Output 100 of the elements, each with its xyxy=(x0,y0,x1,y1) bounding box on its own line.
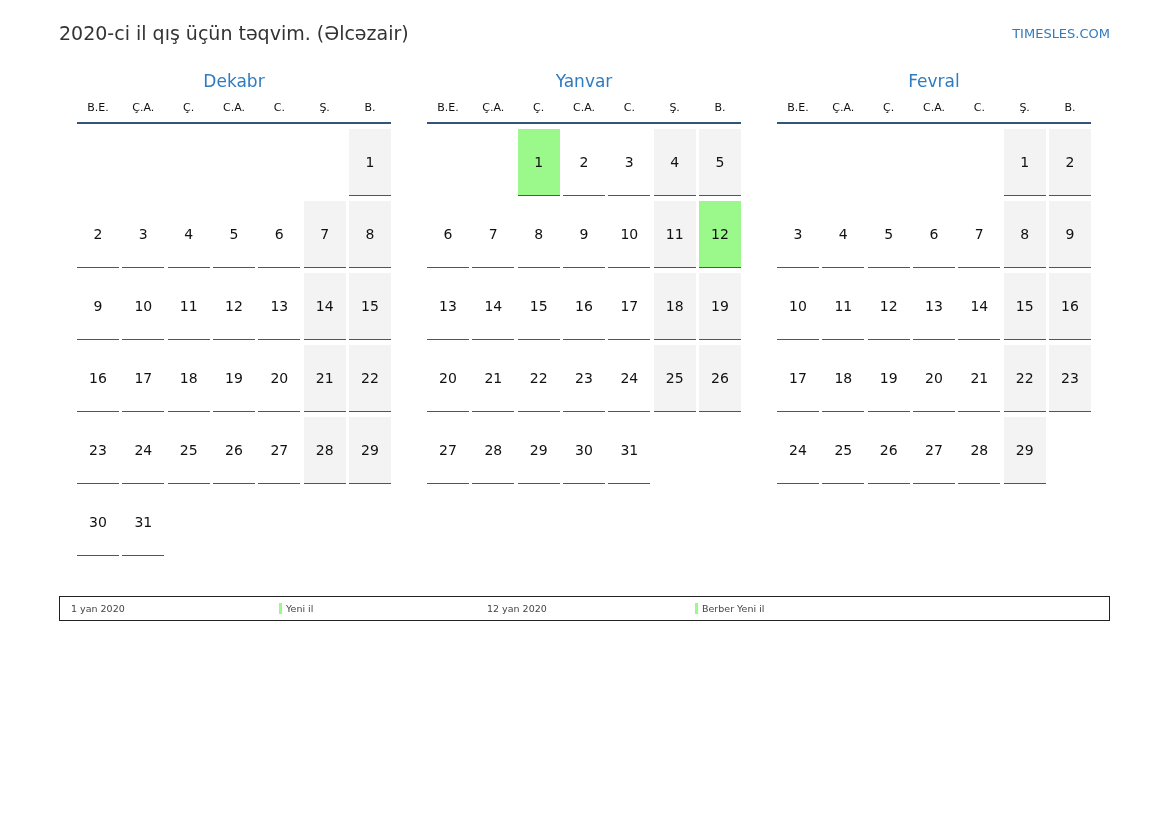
weekday-label: C. xyxy=(972,101,986,114)
day-cell: 25 xyxy=(167,417,210,484)
day-cell: 25 xyxy=(653,345,696,412)
day-cell: 3 xyxy=(608,129,651,196)
day-cell: 30 xyxy=(77,489,119,556)
weekday-label: B.E. xyxy=(86,101,110,114)
weekday-label: Ş. xyxy=(668,101,681,114)
day-cell: 21 xyxy=(303,345,346,412)
day-cell: 30 xyxy=(563,417,605,484)
day-cell: 1 xyxy=(1003,129,1046,196)
day-cell: 13 xyxy=(258,273,301,340)
weekday-label: C. xyxy=(272,101,286,114)
day-cell: 13 xyxy=(427,273,469,340)
day-cell: 9 xyxy=(77,273,119,340)
day-cell: 27 xyxy=(427,417,469,484)
day-cell: 8 xyxy=(517,201,560,268)
day-cell: 14 xyxy=(303,273,346,340)
day-cell: 31 xyxy=(122,489,165,556)
day-cell: 4 xyxy=(653,129,696,196)
day-cell: 3 xyxy=(777,201,819,268)
weekday-label: Ş. xyxy=(318,101,331,114)
day-cell: 16 xyxy=(1048,273,1091,340)
day-cell: 12 xyxy=(698,201,741,268)
day-cell: 4 xyxy=(822,201,865,268)
day-cell: 13 xyxy=(913,273,955,340)
day-cell: 2 xyxy=(563,129,605,196)
day-cell: 28 xyxy=(303,417,346,484)
day-cell: 17 xyxy=(122,345,165,412)
day-cell: 16 xyxy=(77,345,119,412)
day-cell: 8 xyxy=(1003,201,1046,268)
day-cell: 10 xyxy=(608,201,651,268)
day-cell: 26 xyxy=(698,345,741,412)
day-cell: 4 xyxy=(167,201,210,268)
day-cell: 24 xyxy=(122,417,165,484)
page-title: 2020-ci il qış üçün təqvim. (Əlcəzair) xyxy=(59,22,409,44)
day-cell: 6 xyxy=(913,201,955,268)
day-cell: 11 xyxy=(822,273,865,340)
day-cell: 5 xyxy=(213,201,255,268)
holiday-marker xyxy=(279,603,282,614)
day-cell: 7 xyxy=(958,201,1001,268)
weekday-label: Ç.A. xyxy=(131,101,156,114)
month-name: Fevral xyxy=(907,71,961,93)
day-cell: 28 xyxy=(958,417,1001,484)
weekday-label: C. xyxy=(622,101,636,114)
day-cell: 5 xyxy=(698,129,741,196)
site-link[interactable]: TIMESLES.COM xyxy=(1012,25,1110,41)
month-name: Yanvar xyxy=(554,71,614,93)
day-cell: 1 xyxy=(517,129,560,196)
weekday-label: Ç. xyxy=(882,101,896,114)
day-cell: 21 xyxy=(472,345,515,412)
weekday-label: Ç.A. xyxy=(831,101,856,114)
day-cell: 26 xyxy=(213,417,255,484)
day-cell: 11 xyxy=(167,273,210,340)
day-cell: 9 xyxy=(563,201,605,268)
day-cell: 2 xyxy=(77,201,119,268)
day-cell: 23 xyxy=(77,417,119,484)
month-name: Dekabr xyxy=(202,71,266,93)
weekday-label: B. xyxy=(1063,101,1077,114)
day-cell: 7 xyxy=(303,201,346,268)
day-cell: 18 xyxy=(653,273,696,340)
day-cell: 10 xyxy=(777,273,819,340)
day-cell: 10 xyxy=(122,273,165,340)
weekday-label: Ş. xyxy=(1018,101,1031,114)
day-cell: 11 xyxy=(653,201,696,268)
day-cell: 29 xyxy=(1003,417,1046,484)
weekday-label: Ç. xyxy=(532,101,546,114)
weekday-label: Ç.A. xyxy=(481,101,506,114)
day-cell: 18 xyxy=(822,345,865,412)
day-cell: 31 xyxy=(608,417,651,484)
day-cell: 14 xyxy=(958,273,1001,340)
day-cell: 1 xyxy=(348,129,391,196)
weekday-label: C.A. xyxy=(921,101,946,114)
day-cell: 19 xyxy=(867,345,910,412)
weekday-label: B. xyxy=(363,101,377,114)
day-cell: 27 xyxy=(258,417,301,484)
holiday-date: 12 yan 2020 xyxy=(487,603,548,614)
day-cell: 22 xyxy=(348,345,391,412)
day-cell: 20 xyxy=(258,345,301,412)
day-cell: 3 xyxy=(122,201,165,268)
day-cell: 9 xyxy=(1048,201,1091,268)
day-cell: 14 xyxy=(472,273,515,340)
day-cell: 17 xyxy=(608,273,651,340)
weekday-label: B.E. xyxy=(436,101,460,114)
weekday-label: Ç. xyxy=(182,101,196,114)
day-cell: 6 xyxy=(258,201,301,268)
day-cell: 24 xyxy=(777,417,819,484)
day-cell: 12 xyxy=(213,273,255,340)
day-cell: 5 xyxy=(867,201,910,268)
day-cell: 7 xyxy=(472,201,515,268)
day-cell: 29 xyxy=(517,417,560,484)
day-cell: 23 xyxy=(563,345,605,412)
holiday-marker xyxy=(695,603,698,614)
holiday-date: 1 yan 2020 xyxy=(71,603,126,614)
day-cell: 8 xyxy=(348,201,391,268)
day-cell: 22 xyxy=(517,345,560,412)
day-cell: 16 xyxy=(563,273,605,340)
day-cell: 6 xyxy=(427,201,469,268)
day-cell: 12 xyxy=(867,273,910,340)
day-cell: 15 xyxy=(517,273,560,340)
day-cell: 23 xyxy=(1048,345,1091,412)
